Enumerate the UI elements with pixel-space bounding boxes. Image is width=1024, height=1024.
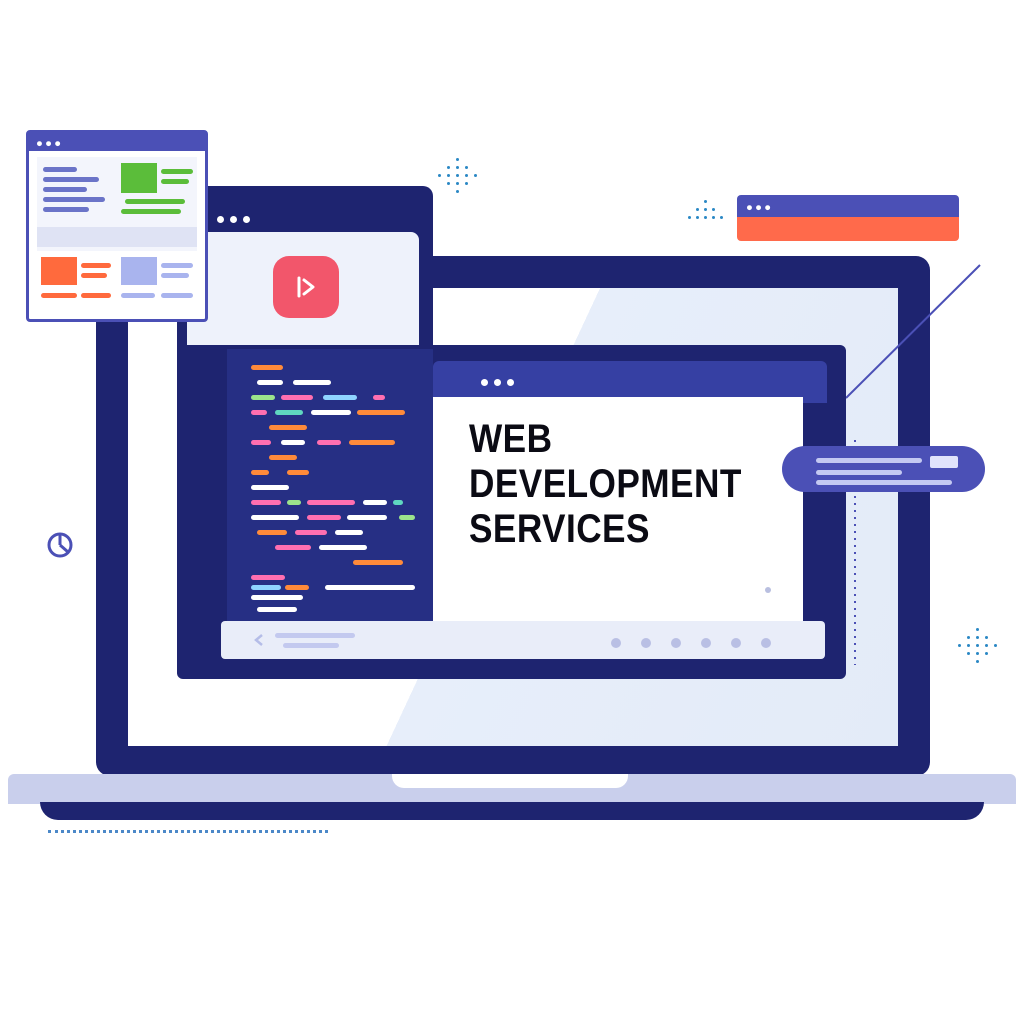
- wireframe-orange-block: [41, 257, 77, 285]
- pill-tag: [930, 456, 958, 468]
- wireframe-green-block: [121, 163, 157, 193]
- window-controls: [217, 210, 256, 228]
- browser-content: WEB DEVELOPMENT SERVICES: [433, 397, 803, 623]
- code-editor-panel: [227, 349, 433, 621]
- floating-banner-body: [737, 217, 959, 241]
- wireframe-blue-block: [121, 257, 157, 285]
- pagination-dots[interactable]: [611, 635, 771, 653]
- wireframe-divider: [37, 227, 197, 247]
- window-controls: [481, 373, 520, 391]
- browser-footer: [221, 621, 825, 659]
- back-arrow-icon[interactable]: [253, 633, 265, 652]
- play-button[interactable]: [273, 256, 339, 318]
- decorative-dotted-line: [48, 830, 328, 833]
- floating-banner-header: [737, 195, 959, 217]
- floating-banner: [737, 195, 959, 241]
- hero-line-1: WEB: [469, 417, 553, 461]
- hero-heading: WEB DEVELOPMENT SERVICES: [469, 417, 779, 552]
- wireframe-card-header: [29, 133, 205, 151]
- play-icon: [293, 274, 319, 300]
- pie-chart-icon: [45, 530, 75, 565]
- scroll-indicator: [765, 587, 771, 593]
- decorative-dots-banner: [688, 200, 724, 224]
- decorative-dots-top: [438, 158, 478, 198]
- hero-line-2: DEVELOPMENT: [469, 462, 742, 506]
- wireframe-card: [26, 130, 208, 322]
- hero-line-3: SERVICES: [469, 507, 650, 551]
- browser-window: WEB DEVELOPMENT SERVICES: [177, 345, 846, 679]
- decorative-dots-right: [958, 628, 998, 668]
- info-pill: [782, 446, 985, 492]
